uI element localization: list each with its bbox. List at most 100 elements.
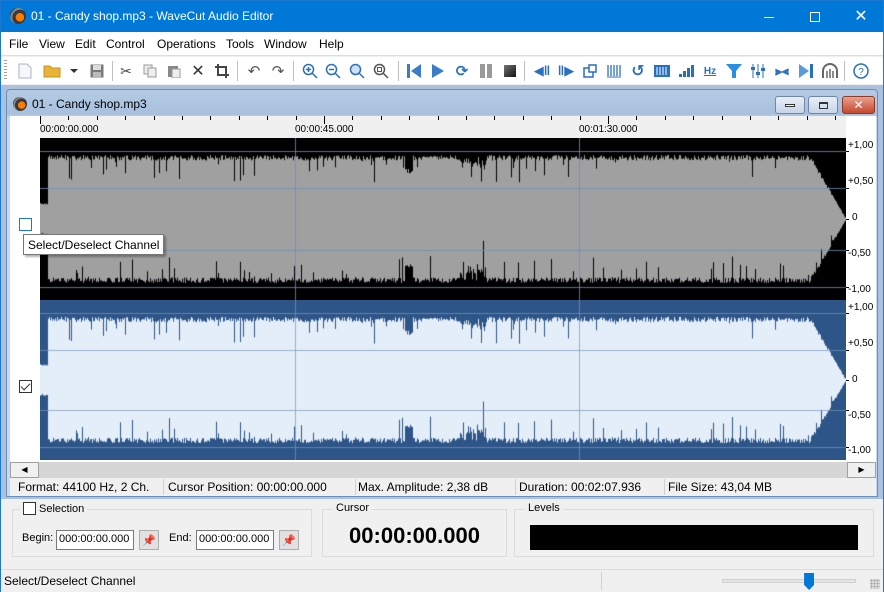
play-button[interactable] — [427, 60, 449, 82]
cut-button[interactable]: ✂ — [115, 60, 137, 82]
normalize-icon — [607, 65, 621, 78]
scale-tick — [846, 219, 849, 220]
ruler-tick — [806, 116, 808, 120]
cursor-time-display: 00:00:00.000 — [349, 523, 480, 548]
zoom-in-icon — [302, 63, 318, 79]
scale-tick — [846, 188, 849, 190]
left-channel-checkbox[interactable] — [19, 218, 32, 231]
new-file-button[interactable] — [14, 60, 36, 82]
go-to-start-button[interactable] — [403, 60, 425, 82]
document-title: 01 - Candy shop.mp3 — [32, 97, 147, 111]
zoom-selection-button[interactable] — [346, 60, 368, 82]
end-label: End: — [169, 532, 192, 544]
document-minimize-button[interactable] — [775, 96, 805, 114]
loop-button[interactable]: ⟳ — [451, 60, 473, 82]
cut-icon: ✂ — [120, 62, 132, 79]
ruler-tick — [238, 116, 240, 120]
ruler-tick — [466, 116, 467, 120]
fade-out-icon: ‖▶ — [557, 63, 575, 78]
amplify-button[interactable] — [651, 60, 673, 82]
save-button[interactable] — [86, 60, 108, 82]
maximize-button[interactable] — [792, 1, 838, 32]
normalize-button[interactable] — [603, 60, 625, 82]
scale-tick — [846, 447, 849, 449]
time-ruler[interactable]: 00:00:00.000 00:00:45.000 00:01:30.000 — [40, 116, 846, 138]
document-close-button[interactable]: ✕ — [842, 96, 875, 114]
scroll-left-button[interactable]: ◀ — [10, 462, 39, 478]
open-dropdown-button[interactable] — [67, 60, 81, 82]
close-button[interactable]: ✕ — [838, 1, 884, 32]
ruler-tick — [522, 116, 524, 120]
equalizer-button[interactable] — [747, 60, 769, 82]
menu-edit[interactable]: Edit — [75, 37, 96, 51]
filter-button[interactable] — [723, 60, 745, 82]
menu-view[interactable]: View — [39, 37, 65, 51]
set-begin-button[interactable]: 📌 — [139, 530, 159, 550]
toolbar-grip[interactable] — [4, 60, 7, 81]
compressor-button[interactable]: ⫸⫷ — [771, 60, 793, 82]
scroll-right-button[interactable]: ▶ — [847, 462, 876, 478]
go-to-start-icon — [407, 64, 421, 78]
volume-slider-thumb[interactable] — [804, 573, 815, 590]
copy-button[interactable] — [139, 60, 161, 82]
ruler-tick — [750, 116, 751, 120]
paste-button[interactable] — [163, 60, 185, 82]
begin-time-input[interactable]: 000:00:00.000 — [56, 530, 134, 550]
frequency-button[interactable]: Hz — [699, 60, 721, 82]
max-amplitude-info: Max. Amplitude: 2,38 dB — [358, 480, 489, 494]
dropdown-arrow-icon — [70, 68, 78, 73]
volume-button[interactable] — [675, 60, 697, 82]
set-end-button[interactable]: 📌 — [279, 530, 299, 550]
undo-button[interactable]: ↶ — [243, 60, 265, 82]
open-button[interactable] — [41, 60, 63, 82]
reverse-icon: ↺ — [631, 63, 645, 80]
equalizer-icon — [751, 64, 765, 78]
menu-control[interactable]: Control — [106, 37, 145, 51]
begin-label: Begin: — [22, 532, 54, 544]
menu-operations[interactable]: Operations — [157, 37, 216, 51]
fade-out-button[interactable]: ‖▶ — [555, 60, 577, 82]
ruler-tick — [68, 116, 70, 120]
ruler-label: 00:00:45.000 — [295, 124, 354, 135]
help-icon: ? — [853, 63, 869, 79]
zoom-in-button[interactable] — [299, 60, 321, 82]
save-icon — [90, 64, 104, 78]
end-time-input[interactable]: 000:00:00.000 — [196, 530, 274, 550]
ruler-tick — [721, 116, 723, 120]
scale-label: -1,00 — [848, 445, 871, 456]
insert-silence-button[interactable] — [795, 60, 817, 82]
minimize-button[interactable] — [746, 1, 792, 32]
help-button[interactable]: ? — [850, 60, 872, 82]
ruler-label: 00:00:00.000 — [40, 124, 99, 135]
zoom-fit-icon — [373, 63, 389, 79]
reverb-button[interactable] — [819, 60, 841, 82]
pin-icon: 📌 — [282, 534, 296, 547]
stop-button[interactable] — [499, 60, 521, 82]
selection-checkbox[interactable] — [23, 502, 36, 515]
delete-button[interactable]: ✕ — [187, 60, 209, 82]
volume-slider-track[interactable] — [722, 579, 856, 583]
redo-button[interactable]: ↷ — [267, 60, 289, 82]
zoom-fit-button[interactable] — [370, 60, 392, 82]
menu-tools[interactable]: Tools — [226, 37, 254, 51]
reverse-button[interactable]: ↺ — [627, 60, 649, 82]
cursor-position-info: Cursor Position: 00:00:00.000 — [168, 480, 327, 494]
horizontal-scrollbar[interactable]: ◀ ▶ — [10, 462, 876, 478]
pause-button[interactable] — [475, 60, 497, 82]
menu-window[interactable]: Window — [264, 37, 307, 51]
right-channel-checkbox[interactable] — [19, 380, 32, 393]
left-channel-waveform[interactable] — [40, 138, 846, 300]
fade-in-button[interactable]: ◀‖ — [531, 60, 553, 82]
scale-tick — [846, 312, 849, 314]
resize-button[interactable] — [579, 60, 601, 82]
arrow-right-icon: ▶ — [858, 465, 865, 474]
right-channel-waveform[interactable] — [40, 300, 846, 460]
selection-label: Selection — [39, 502, 85, 515]
crop-button[interactable] — [211, 60, 233, 82]
document-restore-button[interactable] — [808, 96, 838, 114]
zoom-out-button[interactable] — [322, 60, 344, 82]
menu-file[interactable]: File — [9, 37, 28, 51]
menu-help[interactable]: Help — [319, 37, 344, 51]
resize-grip-icon[interactable] — [870, 579, 880, 589]
minimize-icon — [785, 103, 795, 107]
